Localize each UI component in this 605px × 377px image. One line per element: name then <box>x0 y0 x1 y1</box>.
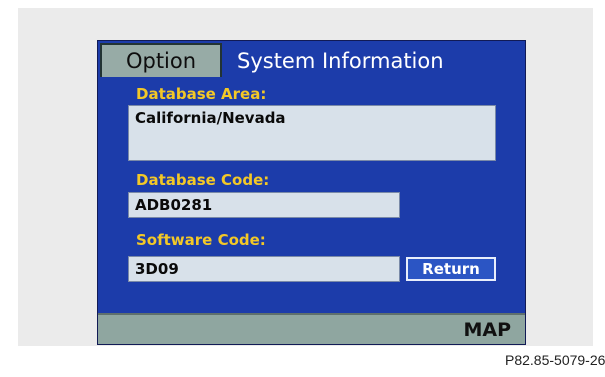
database-area-label: Database Area: <box>136 85 267 103</box>
software-code-label: Software Code: <box>136 231 266 249</box>
option-tab[interactable]: Option <box>100 43 222 77</box>
database-code-label: Database Code: <box>136 171 270 189</box>
software-code-value: 3D09 <box>135 260 179 278</box>
screen-title: System Information <box>237 49 444 73</box>
database-area-field: California/Nevada <box>128 105 496 161</box>
figure-reference-code: P82.85-5079-26 <box>505 352 605 368</box>
software-code-field: 3D09 <box>128 256 400 282</box>
map-button[interactable]: MAP <box>463 317 511 343</box>
database-area-value: California/Nevada <box>135 109 286 127</box>
return-button[interactable]: Return <box>406 257 496 281</box>
system-information-screen: Option System Information Database Area:… <box>97 40 526 345</box>
bottom-bar: MAP <box>98 313 525 344</box>
database-code-field: ADB0281 <box>128 192 400 218</box>
database-code-value: ADB0281 <box>135 196 213 214</box>
